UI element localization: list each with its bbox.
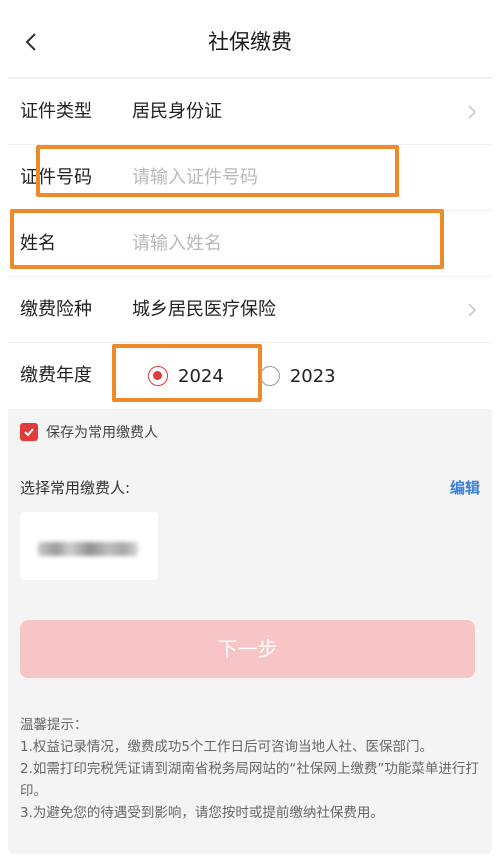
header: 社保缴费 xyxy=(8,6,492,78)
save-payer-label: 保存为常用缴费人 xyxy=(46,425,158,441)
insurance-row[interactable]: 缴费险种 城乡居民医疗保险 xyxy=(8,277,492,343)
year-option-label: 2023 xyxy=(289,365,336,387)
tips-section: 温馨提示： 1.权益记录情况，缴费成功5个工作日后可咨询当地人社、医保部门。 2… xyxy=(20,714,480,824)
year-option-label: 2024 xyxy=(178,365,224,387)
edit-button[interactable]: 编辑 xyxy=(450,474,480,502)
id-type-value: 居民身份证 xyxy=(132,101,222,122)
chevron-right-icon xyxy=(468,105,477,119)
year-option-2024[interactable]: 2024 xyxy=(148,366,224,387)
id-number-label: 证件号码 xyxy=(20,167,92,188)
tips-item: 3.为避免您的待遇受到影响，请您按时或提前缴纳社保费用。 xyxy=(20,805,384,821)
payer-list-header: 选择常用缴费人: 编辑 xyxy=(20,474,480,502)
name-row: 姓名 请输入姓名 xyxy=(8,211,492,277)
chevron-right-icon xyxy=(468,303,477,317)
insurance-value: 城乡居民医疗保险 xyxy=(132,299,276,320)
radio-unchecked-icon xyxy=(259,366,280,386)
payment-form: 证件类型 居民身份证 证件号码 请输入证件号码 姓名 请输入姓名 缴费险种 城乡… xyxy=(8,79,492,409)
insurance-label: 缴费险种 xyxy=(20,299,92,320)
app-frame: 社保缴费 证件类型 居民身份证 证件号码 请输入证件号码 姓名 请输入姓名 缴费… xyxy=(8,6,492,854)
year-row: 缴费年度 2024 2023 xyxy=(8,343,492,409)
payer-list-title: 选择常用缴费人: xyxy=(20,479,131,497)
saved-payer-card[interactable] xyxy=(20,512,158,580)
id-type-label: 证件类型 xyxy=(20,101,92,122)
name-label: 姓名 xyxy=(20,233,56,254)
id-number-row: 证件号码 请输入证件号码 xyxy=(8,145,492,211)
next-step-button[interactable]: 下一步 xyxy=(20,620,475,678)
tips-item: 2.如需打印完税凭证请到湖南省税务局网站的“社保网上缴费”功能菜单进行打印。 xyxy=(20,761,479,799)
year-option-2023[interactable]: 2023 xyxy=(259,365,336,387)
id-type-row[interactable]: 证件类型 居民身份证 xyxy=(8,79,492,145)
page-title: 社保缴费 xyxy=(208,30,292,54)
check-icon xyxy=(24,428,34,437)
name-input[interactable]: 请输入姓名 xyxy=(132,211,222,277)
save-payer-checkbox[interactable] xyxy=(20,423,38,441)
tips-item: 1.权益记录情况，缴费成功5个工作日后可咨询当地人社、医保部门。 xyxy=(20,739,433,755)
tips-title: 温馨提示： xyxy=(20,717,88,733)
blurred-payer-name xyxy=(38,542,138,556)
radio-checked-icon xyxy=(148,366,168,386)
year-label: 缴费年度 xyxy=(20,365,92,386)
save-payer-row: 保存为常用缴费人 xyxy=(20,418,158,446)
id-number-input[interactable]: 请输入证件号码 xyxy=(132,145,258,211)
year-radio-group: 2024 2023 xyxy=(148,343,372,409)
